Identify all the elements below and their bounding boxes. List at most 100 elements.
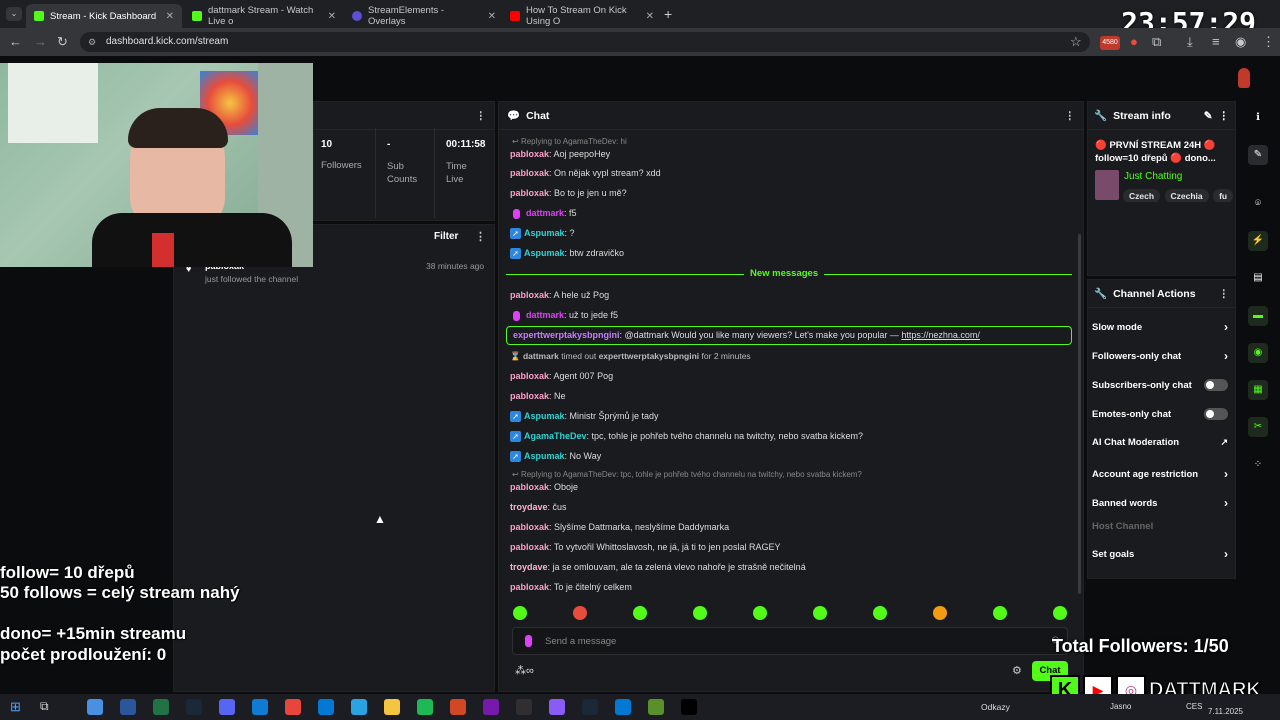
more-options-icon[interactable]: ⋮ <box>475 230 486 243</box>
azure-icon[interactable] <box>318 699 334 715</box>
document-icon[interactable]: ▤ <box>1248 268 1268 288</box>
camera-icon[interactable]: ⌾ <box>1248 194 1268 214</box>
chat-message[interactable]: pabloxak: To je čitelný celkem <box>510 582 632 592</box>
emote-icon[interactable] <box>813 606 827 620</box>
close-icon[interactable]: ✕ <box>646 11 654 22</box>
chat-username[interactable]: pabloxak <box>510 542 549 552</box>
settings-gear-icon[interactable]: ⚙ <box>1012 664 1022 677</box>
tiktok-icon[interactable] <box>681 699 697 715</box>
chat-message[interactable]: pabloxak: Slyšíme Dattmarka, neslyšíme D… <box>510 522 729 532</box>
media-control-icon[interactable]: ≡ <box>1212 34 1220 49</box>
edge-icon[interactable] <box>252 699 268 715</box>
extension-icon[interactable]: ● <box>1130 34 1138 49</box>
outlook-icon[interactable] <box>615 699 631 715</box>
steam-icon[interactable] <box>582 699 598 715</box>
tab-dattmark-stream[interactable]: dattmark Stream - Watch Live o ✕ <box>184 4 344 28</box>
more-options-icon[interactable]: ⋮ <box>1065 110 1076 122</box>
chat-message[interactable]: pabloxak: Agent 007 Pog <box>510 371 613 381</box>
close-icon[interactable]: ✕ <box>166 11 174 22</box>
chat-message[interactable]: pabloxak: Bo to je jen u mě? <box>510 188 627 198</box>
broadcast-icon[interactable]: ◉ <box>1248 343 1268 363</box>
toggle-switch[interactable] <box>1204 379 1228 391</box>
action-set-goals[interactable]: Set goals › <box>1092 547 1228 561</box>
more-options-icon[interactable]: ⋮ <box>1219 288 1230 300</box>
emote-icon[interactable] <box>993 606 1007 620</box>
category-thumbnail[interactable] <box>1095 170 1119 200</box>
obs-icon[interactable] <box>516 699 532 715</box>
chat-message[interactable]: troydave: čus <box>510 502 567 512</box>
extensions-puzzle-icon[interactable]: ⧉ <box>1152 34 1161 50</box>
site-info-icon[interactable]: ⚙ <box>88 32 96 52</box>
chat-message[interactable]: pabloxak: Aoj peepoHey <box>510 149 610 159</box>
messenger-icon[interactable] <box>549 699 565 715</box>
tag-pill[interactable]: fu <box>1213 189 1233 202</box>
more-options-icon[interactable]: ⋮ <box>476 110 487 122</box>
emote-icon[interactable] <box>753 606 767 620</box>
links-toolbar[interactable]: Odkazy <box>981 702 1010 712</box>
steam-icon[interactable] <box>186 699 202 715</box>
chat-username[interactable]: pabloxak <box>510 482 549 492</box>
chat-message[interactable]: dattmark: f5 <box>510 208 577 219</box>
chat-username[interactable]: troydave <box>510 562 548 572</box>
chat-username[interactable]: pabloxak <box>510 290 549 300</box>
browser-menu-icon[interactable]: ⋮ <box>1262 34 1275 50</box>
tag-pill[interactable]: Czechia <box>1164 189 1209 202</box>
mod-username[interactable]: dattmark <box>523 351 559 361</box>
emote-icon[interactable] <box>693 606 707 620</box>
chat-message[interactable]: pabloxak: To vytvořil Whittoslavosh, ne … <box>510 542 780 552</box>
chat-message[interactable]: ➚ Aspumak: No Way <box>510 451 601 463</box>
chat-message[interactable]: pabloxak: A hele už Pog <box>510 290 609 300</box>
windows-start-icon[interactable]: ⊞ <box>10 699 21 715</box>
chat-username[interactable]: pabloxak <box>510 188 549 198</box>
edit-pencil-icon[interactable]: ✎ <box>1204 110 1213 122</box>
chat-message[interactable]: dattmark: už to jede f5 <box>510 310 618 321</box>
back-icon[interactable]: ← <box>9 34 22 49</box>
lightning-icon[interactable]: ⚡ <box>1248 231 1268 251</box>
timed-out-username[interactable]: experttwerptakysbpngini <box>599 351 700 361</box>
chrome-icon[interactable] <box>285 699 301 715</box>
emote-icon[interactable] <box>1053 606 1067 620</box>
taskbar-date[interactable]: 7.11.2025 <box>1208 707 1243 716</box>
emote-icon[interactable] <box>513 606 527 620</box>
chat-input[interactable]: Send a message ☺ <box>512 627 1068 655</box>
chat-username[interactable]: Aspumak <box>524 411 565 421</box>
action-subscribers-only-chat[interactable]: Subscribers-only chat <box>1092 379 1228 391</box>
telegram-icon[interactable] <box>351 699 367 715</box>
discord-icon[interactable] <box>219 699 235 715</box>
chat-username[interactable]: pabloxak <box>510 168 549 178</box>
action-followers-only-chat[interactable]: Followers-only chat › <box>1092 349 1228 363</box>
chat-username[interactable]: Aspumak <box>524 451 565 461</box>
chat-username[interactable]: pabloxak <box>510 522 549 532</box>
file-explorer-icon[interactable] <box>384 699 400 715</box>
forward-icon[interactable]: → <box>34 34 47 49</box>
layout-icon[interactable]: ▦ <box>1248 380 1268 400</box>
action-account-age-restriction[interactable]: Account age restriction › <box>1092 467 1228 481</box>
points-infinity-icon[interactable]: ⁂∞ <box>515 664 534 677</box>
category-name[interactable]: Just Chatting <box>1124 171 1182 182</box>
chat-username[interactable]: pabloxak <box>510 582 549 592</box>
apps-icon[interactable]: ⁘ <box>1248 455 1268 475</box>
chat-message[interactable]: ➚ AgamaTheDev: tpc, tohle je pohřeb tvého… <box>510 431 863 443</box>
emote-icon[interactable] <box>573 606 587 620</box>
tools-icon[interactable]: ✂ <box>1248 417 1268 437</box>
word-icon[interactable] <box>120 699 136 715</box>
task-view-icon[interactable]: ⧉ <box>40 699 49 714</box>
tab-list-icon[interactable]: ⌄ <box>6 7 22 21</box>
chat-username[interactable]: AgamaTheDev <box>524 431 587 441</box>
chat-username[interactable]: pabloxak <box>510 391 549 401</box>
filter-button[interactable]: Filter <box>434 231 458 242</box>
chat-username[interactable]: pabloxak <box>510 149 549 159</box>
action-banned-words[interactable]: Banned words › <box>1092 496 1228 510</box>
chat-scrollbar[interactable] <box>1078 234 1081 594</box>
spotify-icon[interactable] <box>417 699 433 715</box>
emote-icon[interactable] <box>933 606 947 620</box>
minecraft-icon[interactable] <box>648 699 664 715</box>
chat-message[interactable]: experttwerptakysbpngini: @dattmark Would… <box>506 326 1072 345</box>
emote-icon[interactable] <box>633 606 647 620</box>
extension-badge[interactable]: 4580 <box>1100 36 1120 50</box>
language-indicator[interactable]: CES <box>1186 702 1202 711</box>
chat-username[interactable]: Aspumak <box>524 228 565 238</box>
chat-username[interactable]: dattmark <box>526 208 564 218</box>
weather-app-icon[interactable] <box>87 699 103 715</box>
user-avatar-icon[interactable] <box>1238 68 1250 88</box>
